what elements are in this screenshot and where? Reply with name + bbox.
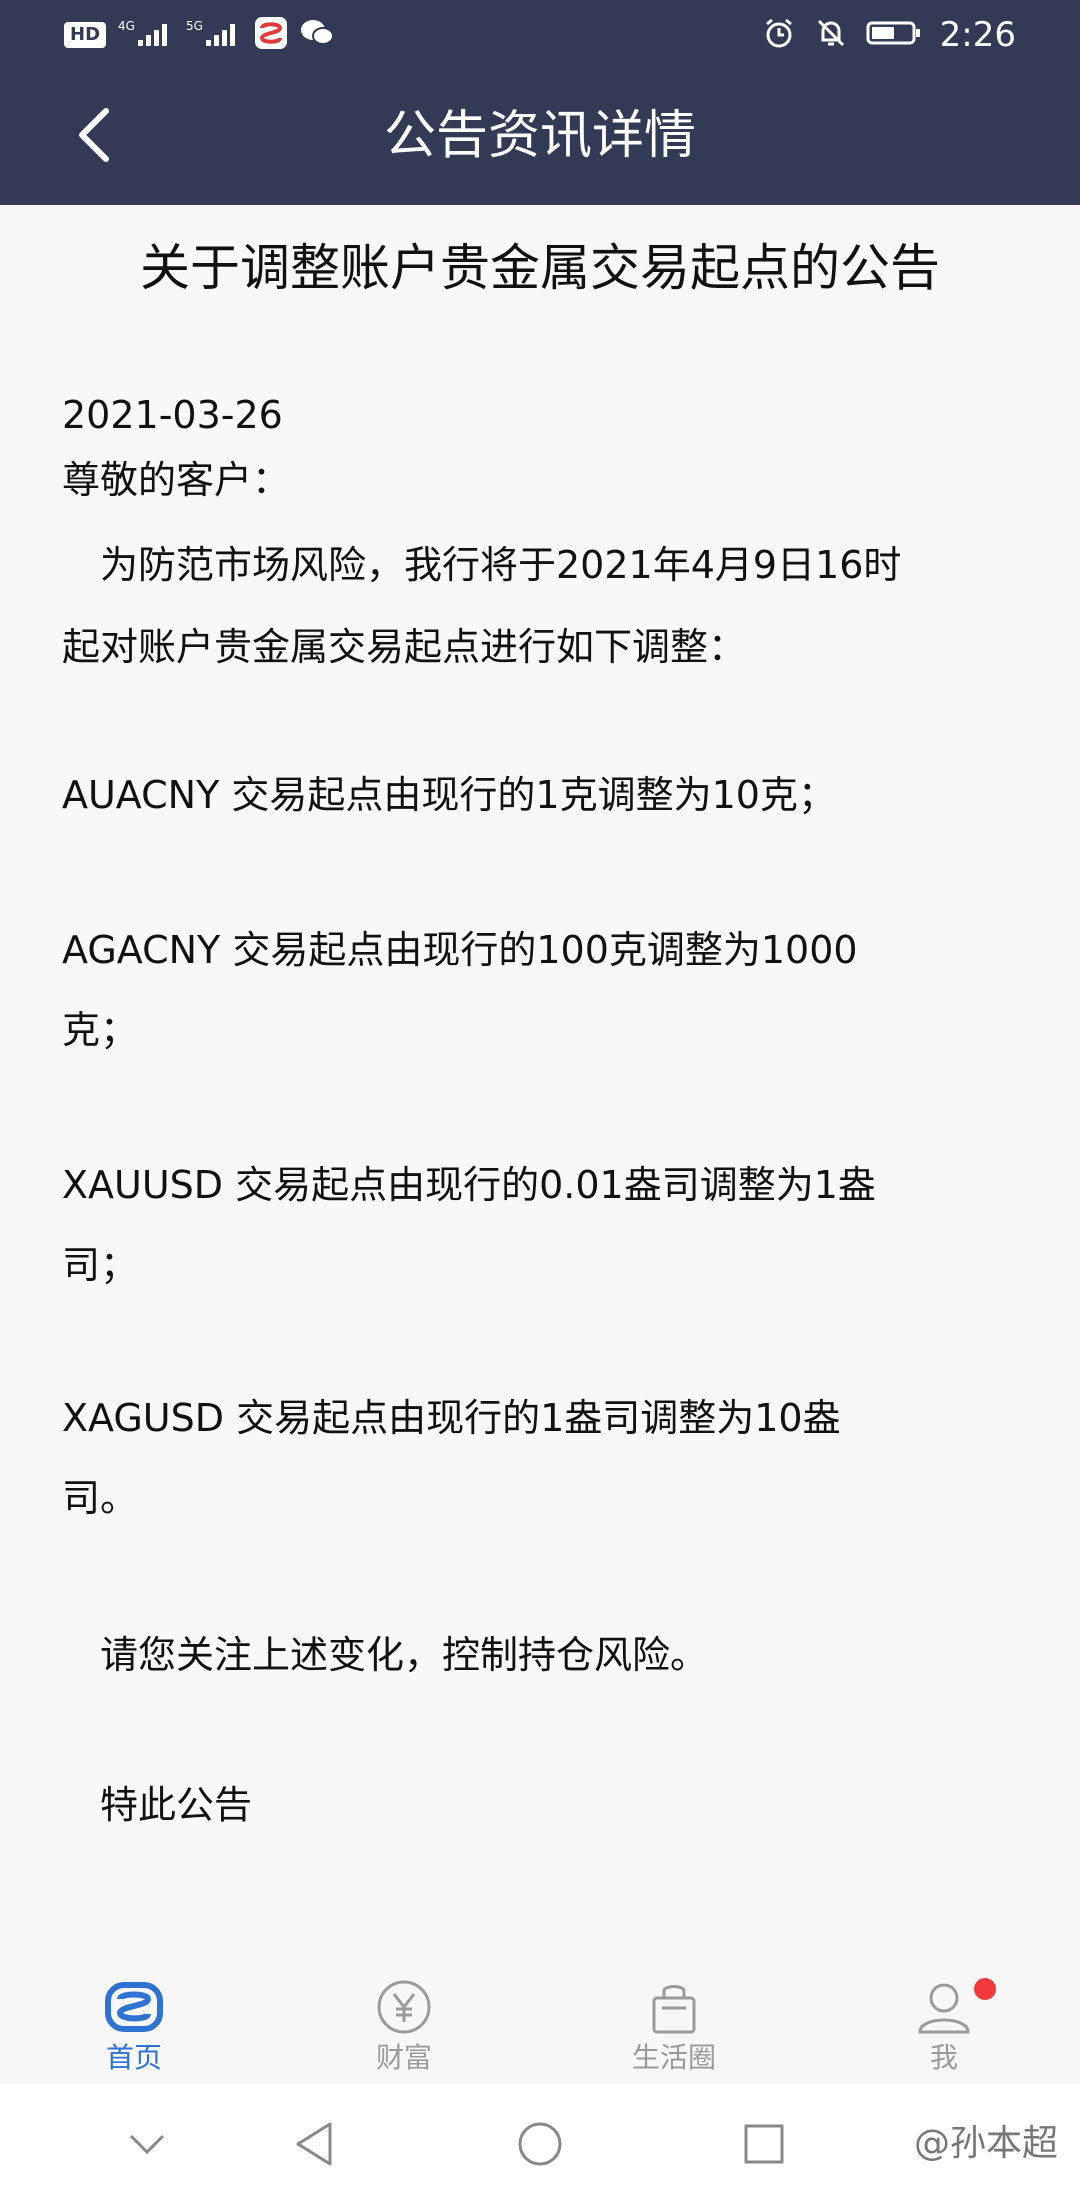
nav-collapse-button[interactable]: [115, 2112, 179, 2176]
tab-wealth-label: 财富: [375, 2041, 432, 2074]
bank-app-icon: [254, 16, 288, 54]
bottom-tab-bar: 首页 财富 生活圈 我: [0, 1960, 1080, 2084]
system-nav-bar: @孙本超: [0, 2084, 1080, 2204]
tab-me-label: 我: [929, 2041, 958, 2074]
tab-wealth[interactable]: 财富: [304, 1978, 504, 2078]
battery-icon: [866, 18, 922, 52]
bank-logo-icon: [34, 1978, 234, 2036]
watermark: @孙本超: [913, 2123, 1058, 2164]
tab-home[interactable]: 首页: [34, 1978, 234, 2078]
mute-bell-icon: [814, 16, 848, 54]
nav-home-button[interactable]: [508, 2112, 572, 2176]
signal-5g-icon: 5G: [186, 18, 242, 52]
page-title: 公告资讯详情: [383, 106, 696, 166]
notice-reminder: 请您关注上述变化，控制持仓风险。: [62, 1633, 709, 1677]
tab-life-circle-label: 生活圈: [631, 2041, 716, 2074]
status-left: HD 4G 5G: [64, 14, 335, 56]
yen-circle-icon: [304, 1978, 504, 2036]
notification-dot: [974, 1978, 996, 2000]
notice-item-3: XAUUSD 交易起点由现行的0.01盎司调整为1盎: [62, 1163, 876, 1207]
signal-4g-icon: 4G: [118, 18, 174, 52]
notice-date: 2021-03-26: [62, 393, 283, 437]
notice-intro-line2: 起对账户贵金属交易起点进行如下调整：: [62, 625, 747, 669]
notice-item-2-cont: 克；: [62, 1008, 139, 1052]
notice-item-3-cont: 司；: [62, 1243, 139, 1287]
notice-item-2: AGACNY 交易起点由现行的100克调整为1000: [62, 928, 858, 972]
notice-item-1: AUACNY 交易起点由现行的1克调整为10克；: [62, 773, 836, 817]
tab-home-label: 首页: [105, 2041, 162, 2074]
status-right: 2:26: [762, 12, 1016, 58]
user-icon: [844, 1978, 1044, 2036]
tab-life-circle[interactable]: 生活圈: [574, 1978, 774, 2078]
top-bar: HD 4G 5G 2:26 公告资讯详情: [0, 0, 1080, 205]
triangle-back-icon: [296, 2122, 332, 2166]
notice-closing: 特此公告: [62, 1783, 253, 1827]
wechat-icon: [300, 18, 335, 52]
tab-me[interactable]: 我: [844, 1978, 1044, 2078]
notice-greeting: 尊敬的客户：: [62, 458, 291, 502]
circle-home-icon: [518, 2122, 562, 2166]
notice-item-4-cont: 司。: [62, 1476, 139, 1520]
shopping-bag-icon: [574, 1978, 774, 2036]
net2-label: 5G: [186, 19, 203, 33]
notice-content[interactable]: 关于调整账户贵金属交易起点的公告 2021-03-26 尊敬的客户： 为防范市场…: [0, 205, 1080, 1960]
square-recents-icon: [744, 2124, 784, 2164]
nav-back-button[interactable]: [282, 2112, 346, 2176]
net1-label: 4G: [118, 19, 135, 33]
notice-intro-line1: 为防范市场风险，我行将于2021年4月9日16时: [62, 543, 902, 587]
notice-title: 关于调整账户贵金属交易起点的公告: [140, 239, 940, 297]
app-bar: 公告资讯详情: [0, 70, 1080, 205]
hd-badge: HD: [64, 22, 107, 48]
chevron-down-icon: [129, 2134, 165, 2155]
alarm-icon: [762, 16, 796, 54]
status-time: 2:26: [939, 15, 1016, 55]
notice-item-4: XAGUSD 交易起点由现行的1盎司调整为10盎: [62, 1396, 841, 1440]
status-bar: HD 4G 5G 2:26: [0, 0, 1080, 70]
nav-recents-button[interactable]: [732, 2112, 796, 2176]
